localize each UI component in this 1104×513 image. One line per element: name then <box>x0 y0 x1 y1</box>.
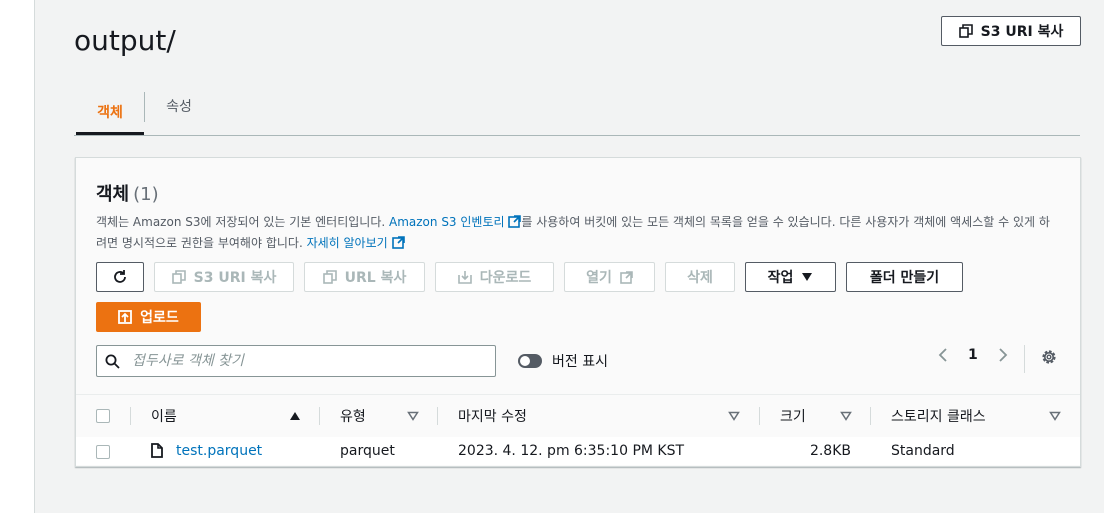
sort-icon[interactable] <box>728 411 740 421</box>
tab-objects[interactable]: 객체 <box>76 92 144 135</box>
column-divider <box>437 407 438 425</box>
gear-icon[interactable] <box>1040 348 1058 366</box>
objects-count: (1) <box>133 184 159 205</box>
tab-bar: 객체 속성 <box>74 92 1080 136</box>
column-divider <box>130 407 131 425</box>
column-storage-class-label: 스토리지 클래스 <box>891 409 986 425</box>
sort-ascending-icon[interactable] <box>289 411 301 421</box>
objects-panel-title: 객체 (1) <box>96 180 159 206</box>
search-icon <box>105 354 120 369</box>
row-checkbox[interactable] <box>96 445 110 459</box>
download-icon <box>457 271 472 284</box>
tab-properties[interactable]: 속성 <box>154 92 204 120</box>
current-page-number[interactable]: 1 <box>962 347 984 363</box>
refresh-icon <box>114 270 126 283</box>
object-type-cell: parquet <box>340 443 395 459</box>
object-size-cell: 2.8KB <box>809 443 851 459</box>
objects-description: 객체는 Amazon S3에 저장되어 있는 기본 엔터티입니다. Amazon… <box>96 212 1056 254</box>
copy-s3-uri-label: S3 URI 복사 <box>193 270 277 286</box>
column-header-last-modified[interactable]: 마지막 수정 <box>458 395 527 437</box>
object-name-cell: test.parquet <box>176 437 262 465</box>
column-type-label: 유형 <box>340 409 366 425</box>
copy-url-label: URL 복사 <box>344 270 407 286</box>
table-row: test.parquet parquet 2023. 4. 12. pm 6:3… <box>76 437 1080 465</box>
file-icon <box>151 443 163 458</box>
sort-icon[interactable] <box>1049 411 1061 421</box>
column-header-name[interactable]: 이름 <box>151 395 177 437</box>
left-navigation-rail <box>0 0 35 513</box>
show-versions-toggle[interactable]: 버전 표시 <box>518 351 608 371</box>
object-name-link[interactable]: test.parquet <box>176 443 262 459</box>
delete-label: 삭제 <box>687 270 713 286</box>
pagination-divider <box>1024 345 1025 373</box>
object-last-modified-cell: 2023. 4. 12. pm 6:35:10 PM KST <box>458 443 685 459</box>
refresh-button[interactable] <box>96 262 144 292</box>
copy-icon <box>171 270 186 284</box>
upload-label: 업로드 <box>140 310 179 326</box>
objects-panel: 객체 (1) 객체는 Amazon S3에 저장되어 있는 기본 엔터티입니다. … <box>75 157 1081 467</box>
objects-title-text: 객체 <box>96 184 130 205</box>
search-input[interactable] <box>130 352 474 370</box>
inventory-link-label: Amazon S3 인벤토리 <box>389 215 505 229</box>
column-divider <box>870 407 871 425</box>
column-divider <box>319 407 320 425</box>
copy-icon <box>322 270 337 284</box>
sort-icon[interactable] <box>407 411 419 421</box>
create-folder-button[interactable]: 폴더 만들기 <box>846 262 963 292</box>
column-header-storage-class[interactable]: 스토리지 클래스 <box>891 395 986 437</box>
tab-divider <box>144 92 145 122</box>
pagination: 1 <box>938 347 1008 363</box>
actions-label: 작업 <box>767 270 794 286</box>
show-versions-label: 버전 표시 <box>552 354 608 370</box>
column-size-label: 크기 <box>780 409 806 425</box>
chevron-right-icon[interactable] <box>998 347 1008 363</box>
toggle-knob <box>520 356 530 366</box>
copy-icon <box>958 24 973 38</box>
sort-icon[interactable] <box>840 411 852 421</box>
object-storage-class-cell: Standard <box>891 443 955 459</box>
table-header: 이름 유형 마지막 수정 크기 스토리지 클래스 <box>76 394 1080 438</box>
description-part1: 객체는 Amazon S3에 저장되어 있는 기본 엔터티입니다. <box>96 215 389 229</box>
upload-button[interactable]: 업로드 <box>96 302 201 332</box>
actions-dropdown[interactable]: 작업 <box>745 262 836 292</box>
tab-objects-label: 객체 <box>97 105 123 121</box>
copy-s3-uri-header-label: S3 URI 복사 <box>980 24 1064 40</box>
select-all-checkbox[interactable] <box>96 409 110 423</box>
caret-down-icon <box>802 273 813 281</box>
copy-url-button[interactable]: URL 복사 <box>304 262 425 292</box>
copy-s3-uri-button[interactable]: S3 URI 복사 <box>154 262 294 292</box>
page-title: output/ <box>74 24 176 57</box>
download-button[interactable]: 다운로드 <box>435 262 554 292</box>
search-box <box>96 345 496 377</box>
toggle-switch[interactable] <box>518 354 542 368</box>
tab-properties-label: 속성 <box>166 99 192 115</box>
external-link-icon <box>508 215 522 228</box>
learn-more-link[interactable]: 자세히 알아보기 <box>307 236 405 250</box>
chevron-left-icon[interactable] <box>938 347 948 363</box>
column-divider <box>759 407 760 425</box>
open-label: 열기 <box>586 270 612 286</box>
column-last-modified-label: 마지막 수정 <box>458 409 527 425</box>
upload-icon <box>118 310 133 324</box>
column-header-type[interactable]: 유형 <box>340 395 366 437</box>
delete-button[interactable]: 삭제 <box>665 262 735 292</box>
inventory-link[interactable]: Amazon S3 인벤토리 <box>389 215 522 229</box>
open-button[interactable]: 열기 <box>564 262 655 292</box>
external-link-icon <box>391 236 405 249</box>
column-header-size[interactable]: 크기 <box>780 395 806 437</box>
learn-more-label: 자세히 알아보기 <box>306 236 388 250</box>
external-link-icon <box>620 270 633 284</box>
copy-s3-uri-header-button[interactable]: S3 URI 복사 <box>941 16 1081 46</box>
column-name-label: 이름 <box>151 409 177 425</box>
download-label: 다운로드 <box>479 270 532 286</box>
create-folder-label: 폴더 만들기 <box>869 270 940 286</box>
